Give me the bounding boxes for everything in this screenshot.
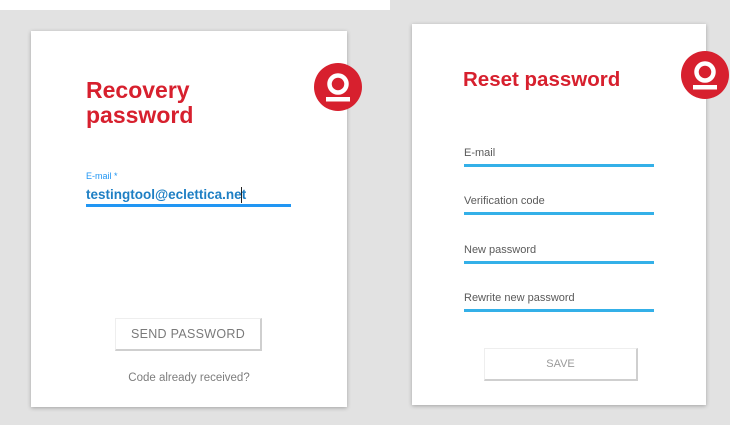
recovery-title: Recovery password xyxy=(86,77,194,128)
email-field-label: E-mail * xyxy=(86,171,118,181)
user-avatar-logo-icon xyxy=(314,63,362,111)
reset-title: Reset password xyxy=(463,68,621,91)
text-caret xyxy=(241,187,242,203)
email-field[interactable] xyxy=(86,185,291,207)
rewrite-new-password-placeholder: Rewrite new password xyxy=(464,292,575,304)
code-already-received-link[interactable]: Code already received? xyxy=(31,372,347,384)
send-password-button[interactable]: SEND PASSWORD xyxy=(115,318,262,351)
reset-password-card: Reset password E-mail Verification code … xyxy=(412,24,729,405)
new-password-field[interactable]: New password xyxy=(464,241,654,264)
save-button[interactable]: SAVE xyxy=(484,348,638,381)
recovery-password-card: Recovery password E-mail * SEND PASSWORD… xyxy=(31,31,362,407)
verification-code-field[interactable]: Verification code xyxy=(464,192,654,215)
background-strip xyxy=(0,0,390,10)
user-avatar-logo-icon xyxy=(681,51,729,99)
reset-email-field[interactable]: E-mail xyxy=(464,144,654,167)
reset-email-placeholder: E-mail xyxy=(464,147,496,159)
new-password-placeholder: New password xyxy=(464,244,537,256)
verification-code-placeholder: Verification code xyxy=(464,195,545,207)
rewrite-new-password-field[interactable]: Rewrite new password xyxy=(464,289,654,312)
